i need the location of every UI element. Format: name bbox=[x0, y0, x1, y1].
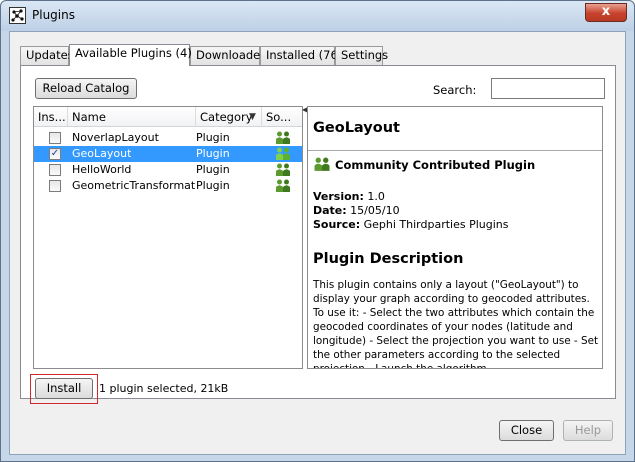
table-row[interactable]: GeometricTransformation Plugin bbox=[34, 178, 302, 196]
source-label: Source: bbox=[313, 218, 361, 231]
gephi-logo-icon bbox=[9, 7, 26, 24]
tab-downloaded[interactable]: Downloaded bbox=[190, 46, 268, 65]
description-heading: Plugin Description bbox=[313, 251, 464, 267]
close-button[interactable]: Close bbox=[499, 420, 554, 441]
search-input[interactable] bbox=[491, 78, 605, 99]
plugin-info: Version: 1.0 Date: 15/05/10 Source: Geph… bbox=[313, 190, 509, 232]
dialog-client: Updates Available Plugins (4) Downloaded… bbox=[9, 31, 626, 455]
install-checkbox[interactable] bbox=[49, 164, 61, 176]
plugins-window: Plugins x Updates Available Plugins (4) … bbox=[0, 0, 635, 462]
version-value: 1.0 bbox=[367, 190, 385, 203]
reload-catalog-button[interactable]: Reload Catalog bbox=[35, 78, 137, 99]
column-header-name[interactable]: Name bbox=[68, 107, 196, 127]
tab-settings[interactable]: Settings bbox=[335, 46, 388, 65]
table-row[interactable]: NoverlapLayout Plugin bbox=[34, 130, 302, 146]
plugin-name: GeometricTransformation bbox=[72, 179, 196, 192]
description-text: This plugin contains only a layout ("Geo… bbox=[313, 279, 599, 369]
plugin-category: Plugin bbox=[196, 147, 230, 160]
window-title: Plugins bbox=[32, 8, 75, 22]
table-row-selected[interactable]: ✓ GeoLayout Plugin bbox=[34, 146, 302, 162]
help-button[interactable]: Help bbox=[563, 420, 613, 441]
install-button[interactable]: Install bbox=[35, 378, 93, 399]
window-close-button[interactable]: x bbox=[585, 3, 627, 22]
plugin-category: Plugin bbox=[196, 131, 230, 144]
date-label: Date: bbox=[313, 204, 347, 217]
contributor-label: Community Contributed Plugin bbox=[335, 158, 536, 172]
install-checkbox[interactable] bbox=[49, 132, 61, 144]
plugins-table: Ins... Name Category ▼ So... NoverlapLay… bbox=[33, 106, 303, 369]
plugin-name: GeoLayout bbox=[72, 147, 132, 160]
plugin-name: HelloWorld bbox=[72, 163, 132, 176]
table-row[interactable]: HelloWorld Plugin bbox=[34, 162, 302, 178]
source-value: Gephi Thirdparties Plugins bbox=[363, 218, 509, 231]
plugin-category: Plugin bbox=[196, 163, 230, 176]
version-label: Version: bbox=[313, 190, 364, 203]
column-header-install[interactable]: Ins... bbox=[34, 107, 68, 127]
community-icon bbox=[314, 157, 330, 171]
plugin-name: NoverlapLayout bbox=[72, 131, 159, 144]
plugin-category: Plugin bbox=[196, 179, 230, 192]
date-value: 15/05/10 bbox=[350, 204, 400, 217]
community-icon bbox=[275, 179, 291, 196]
sort-descending-icon: ▼ bbox=[249, 112, 256, 122]
tab-available-plugins[interactable]: Available Plugins (4) bbox=[69, 44, 192, 66]
available-plugins-panel: Reload Catalog Search: Ins... Name Categ… bbox=[20, 65, 616, 399]
table-header: Ins... Name Category ▼ So... bbox=[34, 107, 302, 127]
column-header-source[interactable]: So... bbox=[262, 107, 302, 127]
title-bar[interactable]: Plugins x bbox=[1, 1, 634, 31]
tab-updates[interactable]: Updates bbox=[20, 46, 74, 65]
selection-status: 1 plugin selected, 21kB bbox=[99, 382, 229, 395]
search-label: Search: bbox=[433, 83, 477, 97]
install-checkbox-checked[interactable]: ✓ bbox=[49, 148, 61, 160]
plugin-detail-pane: GeoLayout Community Contributed Plugin V… bbox=[307, 106, 603, 369]
detail-title: GeoLayout bbox=[308, 107, 602, 151]
install-checkbox[interactable] bbox=[49, 180, 61, 192]
tab-installed[interactable]: Installed (76) bbox=[260, 46, 342, 65]
